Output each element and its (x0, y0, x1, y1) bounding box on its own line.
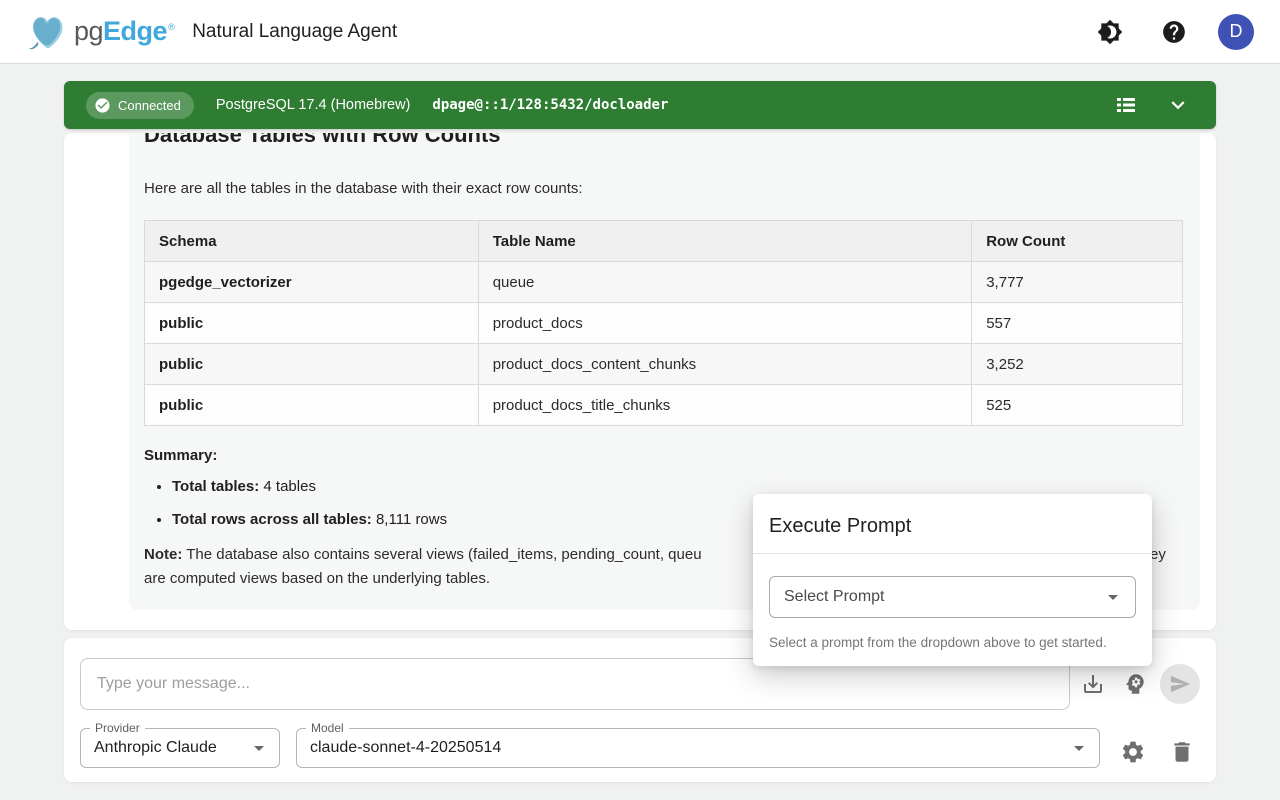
gear-icon (1120, 739, 1146, 765)
connection-collapse-button[interactable] (1162, 89, 1194, 121)
cell-schema: public (145, 303, 479, 344)
check-circle-icon (94, 97, 111, 114)
pgedge-logo: pgEdge® (26, 9, 174, 55)
prompt-select[interactable]: Select Prompt (769, 576, 1136, 618)
cell-row-count: 3,777 (972, 262, 1183, 303)
chevron-down-icon (1165, 92, 1191, 118)
dialog-title: Execute Prompt (753, 494, 1152, 553)
summary-heading: Summary: (144, 447, 1183, 464)
arrow-drop-down-icon (247, 736, 271, 760)
send-icon (1169, 673, 1191, 695)
clear-chat-button[interactable] (1162, 732, 1202, 772)
row-counts-table: Schema Table Name Row Count pgedge_vecto… (144, 220, 1183, 426)
prompt-select-value: Select Prompt (784, 588, 1101, 606)
app-root: pgEdge® Natural Language Agent D (0, 0, 1280, 800)
connection-list-button[interactable] (1110, 89, 1142, 121)
user-avatar[interactable]: D (1218, 14, 1254, 50)
pgedge-wordmark: pgEdge® (74, 16, 174, 47)
connection-string: dpage@::1/128:5432/docloader (432, 97, 668, 113)
psychology-icon (1122, 671, 1148, 697)
note-line1-tail: ey (1150, 543, 1166, 567)
cell-row-count: 525 (972, 385, 1183, 426)
connection-bar[interactable]: Connected PostgreSQL 17.4 (Homebrew) dpa… (64, 81, 1216, 129)
cell-table-name: product_docs (478, 303, 972, 344)
connection-status-label: Connected (118, 98, 181, 113)
help-icon (1161, 19, 1187, 45)
provider-select-label: Provider (90, 721, 145, 735)
column-header-table-name: Table Name (478, 221, 972, 262)
cell-schema: public (145, 385, 479, 426)
page-title: Natural Language Agent (192, 21, 397, 43)
cell-schema: public (145, 344, 479, 385)
cell-schema: pgedge_vectorizer (145, 262, 479, 303)
column-header-row-count: Row Count (972, 221, 1183, 262)
brightness-icon (1097, 19, 1123, 45)
theme-toggle-button[interactable] (1090, 12, 1130, 52)
download-icon (1081, 672, 1105, 696)
note-line2: are computed views based on the underlyi… (144, 570, 490, 587)
trash-icon (1169, 739, 1195, 765)
arrow-drop-down-icon (1101, 585, 1125, 609)
send-button[interactable] (1160, 664, 1200, 704)
table-row: public product_docs 557 (145, 303, 1183, 344)
dialog-helper-text: Select a prompt from the dropdown above … (753, 618, 1152, 650)
download-button[interactable] (1073, 664, 1113, 704)
ai-settings-button[interactable] (1115, 664, 1155, 704)
table-row: public product_docs_content_chunks 3,252 (145, 344, 1183, 385)
table-header-row: Schema Table Name Row Count (145, 221, 1183, 262)
model-select-value: claude-sonnet-4-20250514 (310, 739, 1067, 757)
connection-status-badge: Connected (86, 92, 194, 119)
app-header: pgEdge® Natural Language Agent D (0, 0, 1280, 64)
execute-prompt-dialog: Execute Prompt Select Prompt Select a pr… (753, 494, 1152, 666)
message-intro: Here are all the tables in the database … (144, 179, 1183, 199)
settings-button[interactable] (1113, 732, 1153, 772)
note-label: Note: (144, 546, 182, 563)
table-row: pgedge_vectorizer queue 3,777 (145, 262, 1183, 303)
provider-select[interactable]: Provider Anthropic Claude (80, 728, 280, 768)
pgedge-heart-icon (26, 9, 72, 55)
cell-row-count: 3,252 (972, 344, 1183, 385)
message-heading: Database Tables with Row Counts (144, 133, 1183, 148)
table-row: public product_docs_title_chunks 525 (145, 385, 1183, 426)
server-list-icon (1115, 94, 1137, 116)
help-button[interactable] (1154, 12, 1194, 52)
cell-row-count: 557 (972, 303, 1183, 344)
model-select-label: Model (306, 721, 349, 735)
cell-table-name: product_docs_title_chunks (478, 385, 972, 426)
column-header-schema: Schema (145, 221, 479, 262)
arrow-drop-down-icon (1067, 736, 1091, 760)
cell-table-name: queue (478, 262, 972, 303)
cell-table-name: product_docs_content_chunks (478, 344, 972, 385)
model-select[interactable]: Model claude-sonnet-4-20250514 (296, 728, 1100, 768)
server-version-label: PostgreSQL 17.4 (Homebrew) (216, 97, 411, 113)
provider-select-value: Anthropic Claude (94, 739, 247, 757)
dialog-divider (753, 553, 1152, 554)
